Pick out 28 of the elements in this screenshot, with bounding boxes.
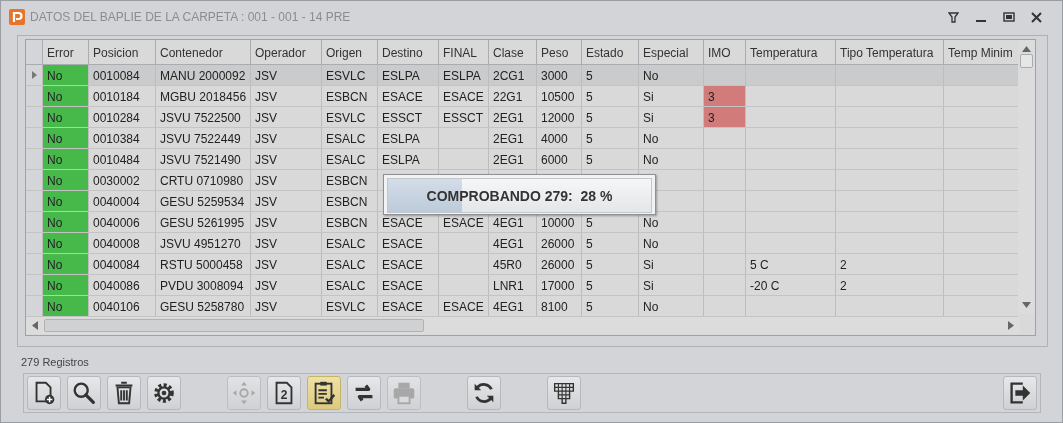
table-cell: No <box>43 149 89 170</box>
table-cell: No <box>43 191 89 212</box>
table-cell: No <box>43 275 89 296</box>
table-cell: No <box>43 233 89 254</box>
page-button[interactable]: 2 <box>267 376 301 410</box>
table-cell: No <box>43 254 89 275</box>
table-cell: 3 <box>704 86 746 107</box>
table-row[interactable]: No 0040106 GESU 5258780 JSV ESVLC ESACE ESACE 4EG1 8100 5 No <box>26 296 1019 317</box>
table-row[interactable]: No 0040086 PVDU 3008094 JSV ESALC ESACE LNR1 17000 5 Si -20 C 2 <box>26 275 1019 296</box>
table-cell: No <box>43 128 89 149</box>
table-cell: No <box>43 107 89 128</box>
table-row[interactable]: No 0010284 JSVU 7522500 JSV ESVLC ESSCT ESSCT 2EG1 12000 5 Si 3 <box>26 107 1019 128</box>
table-row[interactable]: No 0040008 JSVU 4951270 JSV ESALC ESACE 4EG1 26000 5 No <box>26 233 1019 254</box>
table-cell: No <box>43 170 89 191</box>
table-row[interactable]: No 0010384 JSVU 7522449 JSV ESALC ESLPA 2EG1 4000 5 No <box>26 128 1019 149</box>
record-count: 279 Registros <box>21 356 90 370</box>
table-row[interactable]: No 0010084 MANU 2000092 JSV ESVLC ESLPA ESLPA 2CG1 3000 5 No <box>26 65 1019 86</box>
progress-text: COMPROBANDO 279: 28 % <box>425 188 614 204</box>
table-cell: No <box>43 212 89 233</box>
table-row[interactable]: No 0040084 RSTU 5000458 JSV ESALC ESACE 45R0 26000 5 Si 5 C 2 <box>26 254 1019 275</box>
window-title: DATOS DEL BAPLIE DE LA CARPETA : 001 - 001 - 14 PRE <box>30 10 352 24</box>
table-cell: No <box>43 86 89 107</box>
table-cell: No <box>43 296 89 317</box>
table-row[interactable]: No 0010484 JSVU 7521490 JSV ESALC ESLPA 2EG1 6000 5 No <box>26 149 1019 170</box>
table-cell: No <box>43 65 89 86</box>
table-row[interactable]: No 0010184 MGBU 2018456 JSV ESBCN ESACE ESACE 22G1 10500 5 Si 3 <box>26 86 1019 107</box>
table-cell: 3 <box>704 107 746 128</box>
table-row[interactable]: No 0040006 GESU 5261995 JSV ESBCN ESACE ESACE 4EG1 10000 5 No <box>26 212 1019 233</box>
